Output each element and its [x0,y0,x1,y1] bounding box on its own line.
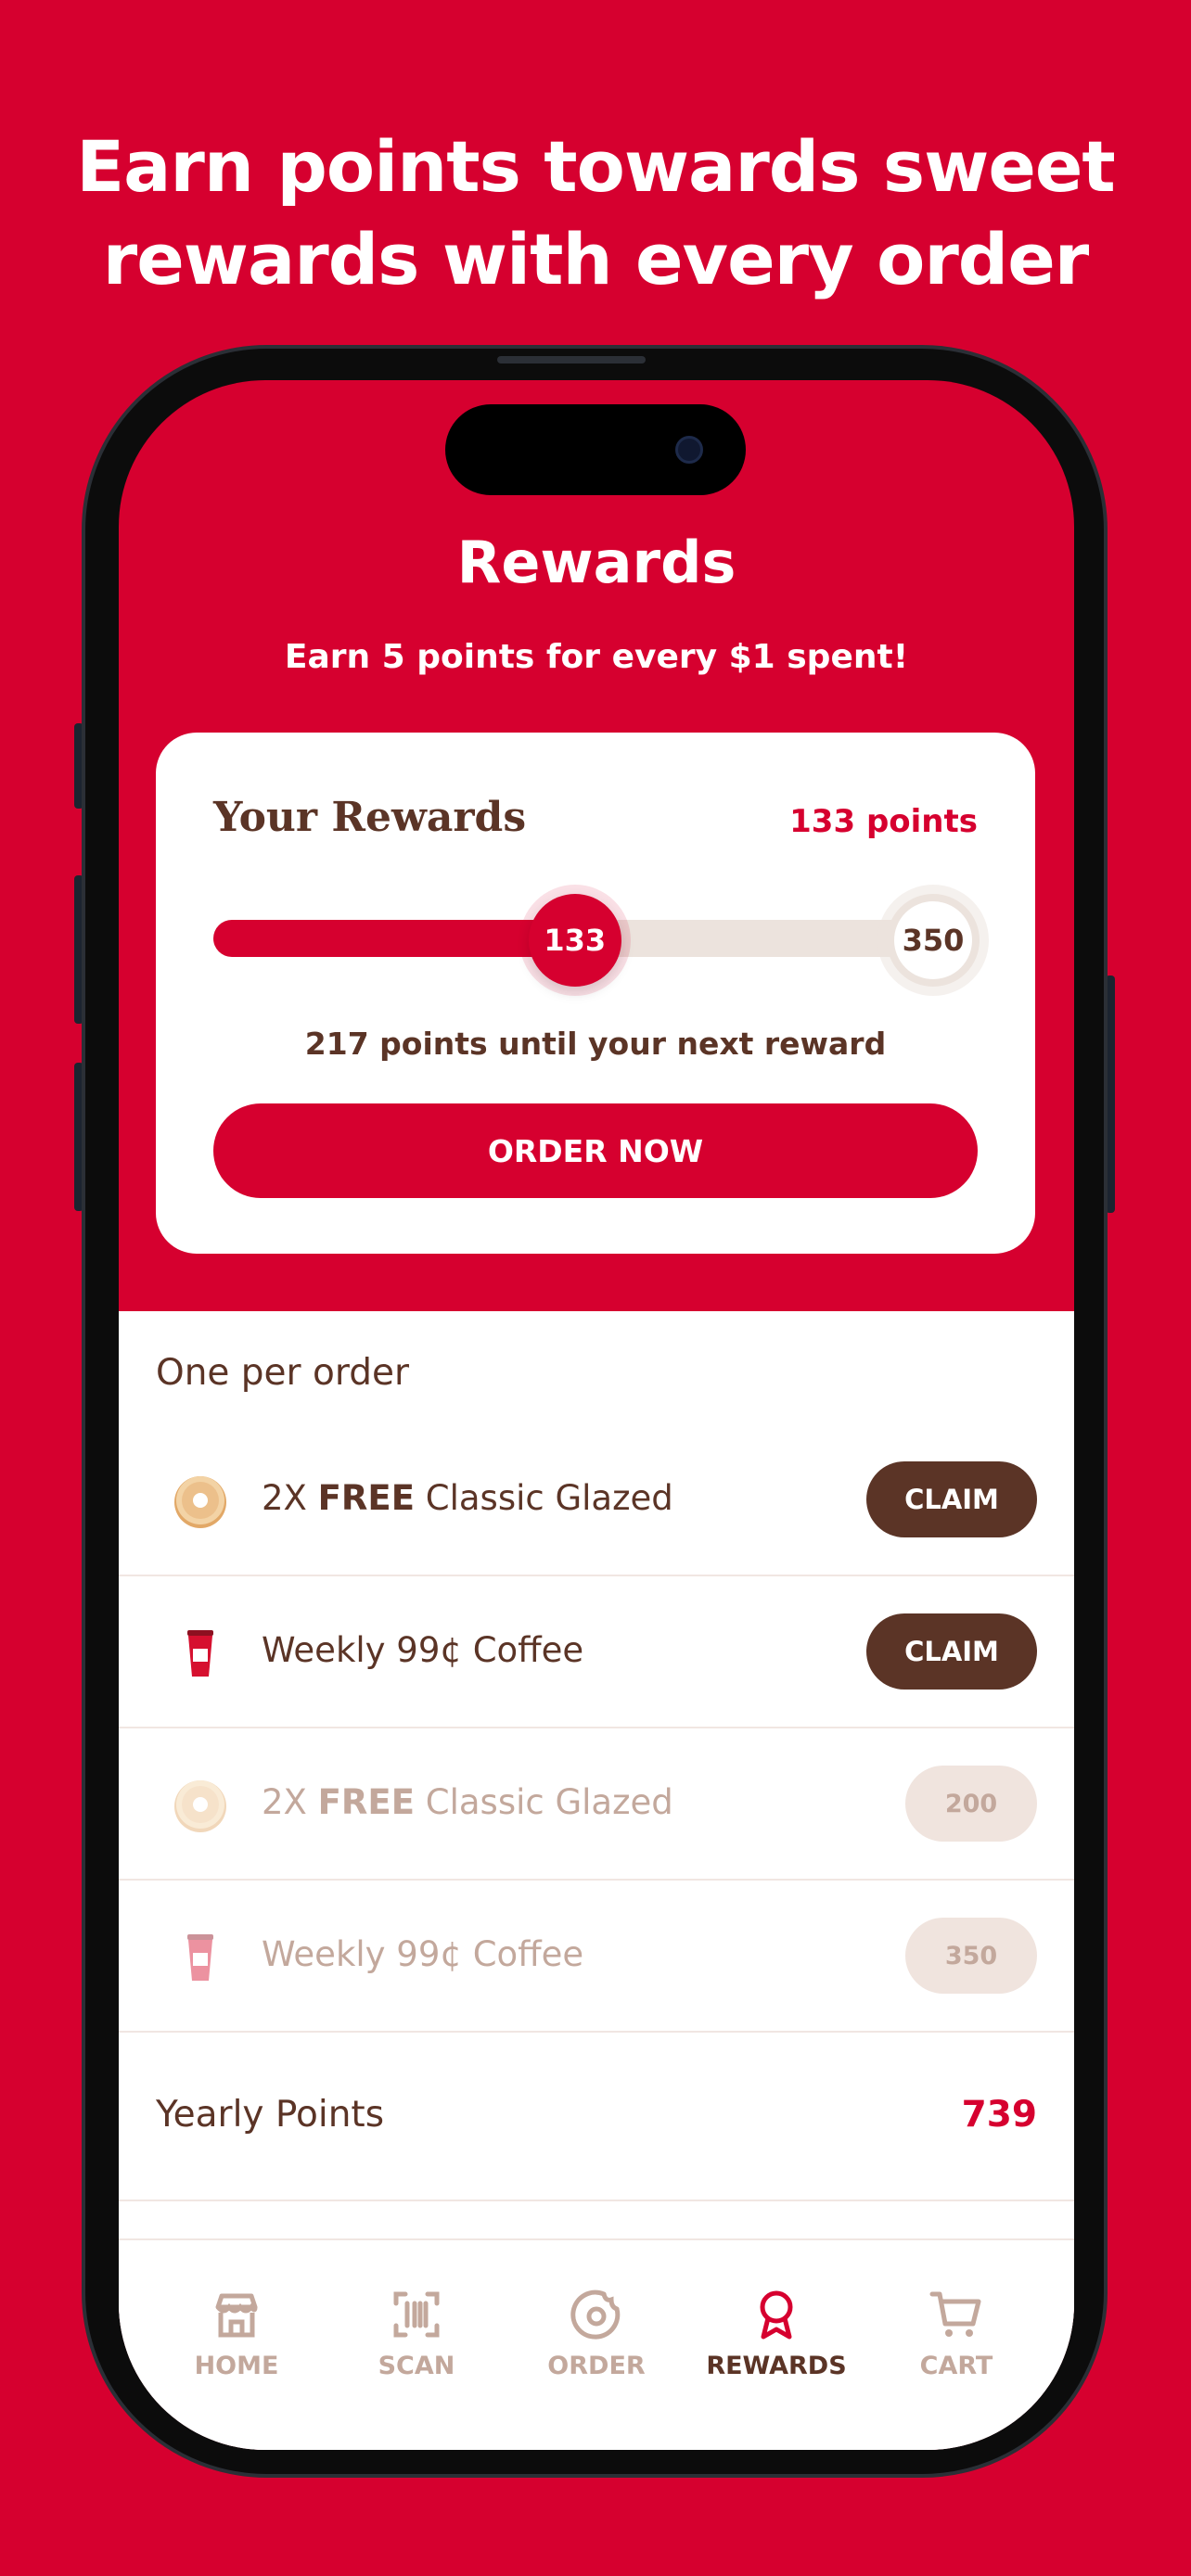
reward-name: Weekly 99¢ Coffee [262,1934,584,1974]
tab-home[interactable]: HOME [147,2287,327,2389]
reward-name: 2X FREE Classic Glazed [262,1478,673,1518]
marketing-headline: Earn points towards sweet rewards with e… [0,121,1191,306]
tab-label: SCAN [378,2352,455,2380]
tab-label: CART [919,2352,993,2380]
tab-label: ORDER [547,2352,646,2380]
points-balance: 133 points [789,803,978,840]
reward-name: Weekly 99¢ Coffee [262,1630,584,1670]
reward-row: Weekly 99¢ Coffee CLAIM [119,1576,1074,1728]
card-title: Your Rewards [213,794,527,841]
progress-fill [213,920,575,957]
goal-points-marker: 350 [887,894,980,987]
section-label: One per order [156,1352,409,1394]
page-subtitle: Earn 5 points for every $1 spent! [284,638,909,676]
tab-rewards[interactable]: REWARDS [686,2287,866,2389]
reward-name: 2X FREE Classic Glazed [262,1782,673,1822]
app-screen: Rewards Earn 5 points for every $1 spent… [119,380,1074,2450]
front-camera [675,436,703,464]
yearly-points-value: 739 [961,2094,1037,2136]
donut-icon [174,1780,226,1832]
headline-line-1: Earn points towards sweet [76,125,1116,208]
points-until-next-reward: 217 points until your next reward [304,1026,887,1062]
reward-cost-badge: 350 [905,1918,1037,1994]
page-title: Rewards [456,529,736,596]
reward-row-locked: Weekly 99¢ Coffee 350 [119,1881,1074,2033]
coffee-cup-icon [187,1630,213,1677]
tab-cart[interactable]: CART [866,2287,1046,2389]
phone-speaker [497,356,646,363]
store-icon [215,2293,258,2338]
bottom-tab-bar: HOME SCAN ORDER REWARDS CART [119,2238,1074,2450]
tab-scan[interactable]: SCAN [327,2287,506,2389]
claim-button[interactable]: CLAIM [866,1461,1037,1537]
award-ribbon-icon [760,2290,793,2340]
cart-icon [929,2291,981,2337]
headline-line-2: rewards with every order [102,218,1090,300]
reward-row-locked: 2X FREE Classic Glazed 200 [119,1728,1074,1881]
donut-outline-icon [570,2289,621,2340]
tab-order[interactable]: ORDER [506,2287,686,2389]
donut-icon [174,1476,226,1528]
yearly-points-label: Yearly Points [156,2094,385,2136]
tab-label: REWARDS [706,2352,847,2380]
reward-row: 2X FREE Classic Glazed CLAIM [119,1424,1074,1576]
yearly-points-row: Yearly Points 739 [119,2038,1074,2201]
claim-button[interactable]: CLAIM [866,1613,1037,1690]
dynamic-island [445,404,746,495]
order-now-button[interactable]: ORDER NOW [213,1103,978,1198]
barcode-scan-icon [393,2291,440,2338]
rewards-list-sheet: One per order 2X FREE Classic Glazed CLA… [119,1311,1074,2450]
your-rewards-card: Your Rewards 133 points 133 350 217 poin… [156,733,1035,1254]
current-points-marker: 133 [528,894,621,987]
coffee-cup-icon [187,1934,213,1981]
reward-cost-badge: 200 [905,1766,1037,1842]
tab-label: HOME [194,2352,279,2380]
